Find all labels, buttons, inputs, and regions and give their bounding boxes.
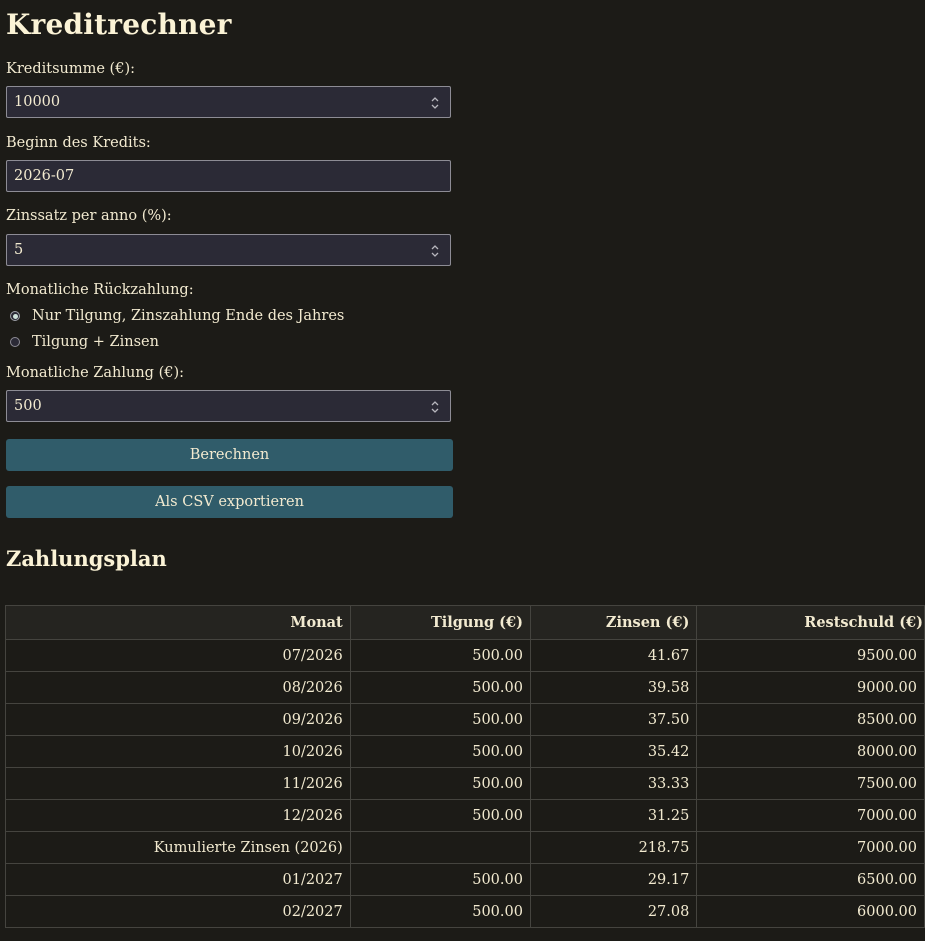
payment-field[interactable] — [6, 390, 451, 422]
payment-input[interactable] — [7, 391, 450, 421]
spinner-icon[interactable] — [430, 400, 440, 414]
header-balance: Restschuld (€) — [696, 605, 925, 640]
option-interest-end-of-year[interactable]: Nur Tilgung, Zinszahlung Ende des Jahres — [10, 306, 344, 326]
cell-principal: 500.00 — [349, 799, 531, 832]
cell-principal: 500.00 — [349, 671, 531, 704]
schedule-title: Zahlungsplan — [6, 546, 167, 571]
rate-input[interactable] — [7, 235, 450, 265]
cell-principal: 500.00 — [349, 863, 531, 896]
table-row: 10/2026 500.00 35.42 8000.00 — [5, 735, 925, 768]
payment-label: Monatliche Zahlung (€): — [6, 365, 185, 381]
amount-input[interactable] — [7, 87, 450, 117]
cell-balance: 7500.00 — [696, 767, 925, 800]
option-2-label: Tilgung + Zinsen — [32, 334, 159, 350]
calculate-button[interactable]: Berechnen — [6, 439, 453, 471]
cell-month: 01/2027 — [5, 863, 351, 896]
cell-principal: 500.00 — [349, 639, 531, 672]
spinner-icon[interactable] — [430, 244, 440, 258]
table-row: 07/2026 500.00 41.67 9500.00 — [5, 639, 925, 672]
cell-summary-label: Kumulierte Zinsen (2026) — [5, 831, 351, 864]
cell-balance: 6500.00 — [696, 863, 925, 896]
rate-field[interactable] — [6, 234, 451, 266]
radio-unchecked[interactable] — [10, 337, 20, 347]
cell-interest: 35.42 — [529, 735, 698, 768]
spinner-icon[interactable] — [430, 96, 440, 110]
cell-interest: 218.75 — [529, 831, 698, 864]
export-csv-button[interactable]: Als CSV exportieren — [6, 486, 453, 518]
option-1-label: Nur Tilgung, Zinszahlung Ende des Jahres — [32, 308, 345, 324]
cell-month: 08/2026 — [5, 671, 351, 704]
cell-month: 09/2026 — [5, 703, 351, 736]
page: Kreditrechner Kreditsumme (€): Beginn de… — [0, 0, 925, 941]
cell-month: 02/2027 — [5, 895, 351, 928]
cell-balance: 7000.00 — [696, 799, 925, 832]
amount-label: Kreditsumme (€): — [6, 61, 135, 77]
cell-interest: 41.67 — [529, 639, 698, 672]
cell-interest: 33.33 — [529, 767, 698, 800]
table-row-summary: Kumulierte Zinsen (2026) 218.75 7000.00 — [5, 831, 925, 864]
repayment-label: Monatliche Rückzahlung: — [6, 282, 194, 298]
table-row: 01/2027 500.00 29.17 6500.00 — [5, 863, 925, 896]
cell-interest: 27.08 — [529, 895, 698, 928]
page-title: Kreditrechner — [6, 8, 232, 41]
cell-balance: 9500.00 — [696, 639, 925, 672]
option-principal-plus-interest[interactable]: Tilgung + Zinsen — [10, 332, 159, 352]
cell-balance: 8500.00 — [696, 703, 925, 736]
cell-principal: 500.00 — [349, 767, 531, 800]
cell-balance: 9000.00 — [696, 671, 925, 704]
start-field[interactable] — [6, 160, 451, 192]
start-input[interactable] — [7, 161, 450, 191]
table-row: 08/2026 500.00 39.58 9000.00 — [5, 671, 925, 704]
cell-balance: 6000.00 — [696, 895, 925, 928]
cell-principal: 500.00 — [349, 895, 531, 928]
schedule-table: Monat Tilgung (€) Zinsen (€) Restschuld … — [5, 605, 925, 928]
cell-month: 07/2026 — [5, 639, 351, 672]
cell-interest: 39.58 — [529, 671, 698, 704]
cell-interest: 37.50 — [529, 703, 698, 736]
cell-principal: 500.00 — [349, 703, 531, 736]
header-principal: Tilgung (€) — [349, 605, 531, 640]
cell-month: 12/2026 — [5, 799, 351, 832]
cell-balance: 7000.00 — [696, 831, 925, 864]
table-row: 12/2026 500.00 31.25 7000.00 — [5, 799, 925, 832]
cell-interest: 31.25 — [529, 799, 698, 832]
amount-field[interactable] — [6, 86, 451, 118]
table-row: 11/2026 500.00 33.33 7500.00 — [5, 767, 925, 800]
cell-balance: 8000.00 — [696, 735, 925, 768]
rate-label: Zinssatz per anno (%): — [6, 208, 172, 224]
cell-month: 11/2026 — [5, 767, 351, 800]
table-row: 02/2027 500.00 27.08 6000.00 — [5, 895, 925, 928]
radio-checked[interactable] — [10, 311, 20, 321]
start-label: Beginn des Kredits: — [6, 135, 151, 151]
cell-month: 10/2026 — [5, 735, 351, 768]
table-row: 09/2026 500.00 37.50 8500.00 — [5, 703, 925, 736]
cell-principal: 500.00 — [349, 735, 531, 768]
cell-principal — [349, 831, 531, 864]
cell-interest: 29.17 — [529, 863, 698, 896]
table-header-row: Monat Tilgung (€) Zinsen (€) Restschuld … — [5, 605, 925, 640]
header-month: Monat — [5, 605, 351, 640]
header-interest: Zinsen (€) — [529, 605, 698, 640]
